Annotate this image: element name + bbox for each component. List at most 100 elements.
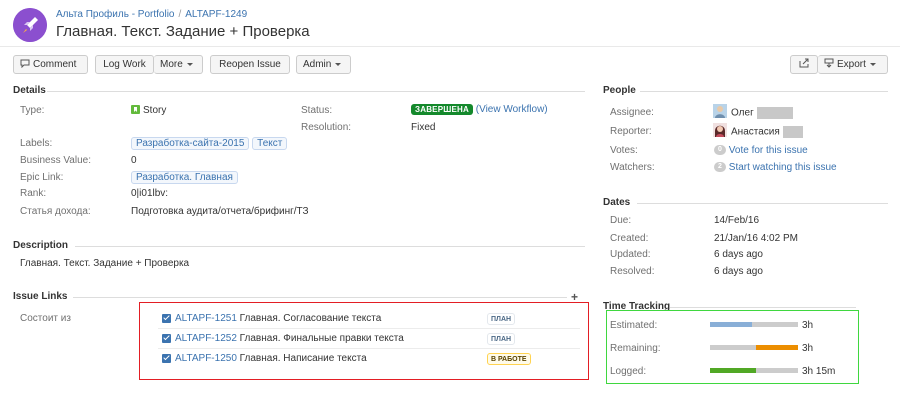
epic-link-label: Epic Link: bbox=[20, 172, 64, 183]
logged-value: 3h 15m bbox=[802, 366, 836, 377]
watchers-label: Watchers: bbox=[610, 162, 655, 173]
time-tracking-divider bbox=[670, 307, 856, 308]
admin-label: Admin bbox=[303, 59, 332, 70]
link-item: ALTAPF-1250 Главная. Написание текста bbox=[175, 353, 367, 364]
story-icon bbox=[131, 105, 140, 114]
status-value: ЗАВЕРШЕНА (View Workflow) bbox=[411, 104, 548, 115]
reporter-value[interactable]: Анастасия bbox=[731, 126, 803, 138]
reporter-label: Reporter: bbox=[610, 126, 652, 137]
link-relation-label: Состоит из bbox=[20, 313, 71, 324]
checkbox-icon bbox=[162, 314, 171, 323]
due-label: Due: bbox=[610, 215, 632, 226]
income-label: Статья дохода: bbox=[20, 206, 91, 217]
reporter-avatar bbox=[713, 123, 727, 137]
estimated-label: Estimated: bbox=[610, 320, 658, 331]
reopen-label: Reopen Issue bbox=[219, 59, 281, 70]
chevron-down-icon bbox=[869, 62, 876, 66]
description-divider bbox=[75, 246, 585, 247]
share-button[interactable] bbox=[790, 55, 818, 74]
created-label: Created: bbox=[610, 233, 649, 244]
reopen-issue-button[interactable]: Reopen Issue bbox=[210, 55, 290, 74]
epic-link-tag[interactable]: Разработка. Главная bbox=[131, 171, 238, 184]
issue-summary[interactable]: Главная. Текст. Задание + Проверка bbox=[56, 23, 310, 40]
export-icon bbox=[824, 58, 834, 68]
created-value: 21/Jan/16 4:02 PM bbox=[714, 233, 798, 244]
issue-links-divider bbox=[73, 297, 567, 298]
labels-value: Разработка-сайта-2015 Текст bbox=[131, 137, 288, 150]
remaining-value: 3h bbox=[802, 343, 814, 354]
log-work-label: Log Work bbox=[103, 59, 146, 70]
type-label: Type: bbox=[20, 105, 45, 116]
description-header: Description bbox=[13, 240, 69, 251]
watchers-count: 2 bbox=[714, 162, 726, 173]
link-item-key[interactable]: ALTAPF-1252 bbox=[175, 333, 237, 344]
breadcrumb-separator: / bbox=[178, 9, 182, 20]
status-badge: ЗАВЕРШЕНА bbox=[411, 104, 473, 115]
link-item-key[interactable]: ALTAPF-1251 bbox=[175, 313, 237, 324]
logged-bar-fill bbox=[710, 368, 756, 373]
view-workflow-link[interactable]: (View Workflow) bbox=[476, 104, 548, 115]
business-value-label: Business Value: bbox=[20, 155, 91, 166]
resolved-label: Resolved: bbox=[610, 266, 655, 277]
label-tag[interactable]: Текст bbox=[252, 137, 288, 150]
chevron-down-icon bbox=[186, 62, 193, 66]
link-row-divider bbox=[158, 348, 580, 349]
label-tag[interactable]: Разработка-сайта-2015 bbox=[131, 137, 250, 150]
breadcrumb: Альта Профиль - Portfolio / ALTAPF-1249 bbox=[56, 9, 247, 20]
status-label: Status: bbox=[301, 105, 333, 116]
more-label: More bbox=[160, 59, 183, 70]
comment-button-label: Comment bbox=[33, 59, 77, 70]
remaining-label: Remaining: bbox=[610, 343, 661, 354]
share-icon bbox=[799, 58, 808, 68]
link-item-status: ПЛАН bbox=[487, 333, 516, 345]
link-item-status: В РАБОТЕ bbox=[487, 353, 531, 365]
admin-button[interactable]: Admin bbox=[296, 55, 351, 74]
link-item: ALTAPF-1251 Главная. Согласование текста bbox=[175, 313, 381, 324]
estimated-value: 3h bbox=[802, 320, 814, 331]
vote-link[interactable]: Vote for this issue bbox=[729, 145, 808, 156]
estimated-bar-fill bbox=[710, 322, 753, 327]
link-item-summary: Главная. Финальные правки текста bbox=[239, 333, 404, 344]
watch-link[interactable]: Start watching this issue bbox=[729, 162, 837, 173]
checkbox-icon bbox=[162, 334, 171, 343]
due-value: 14/Feb/16 bbox=[714, 215, 760, 226]
log-work-button[interactable]: Log Work bbox=[95, 55, 154, 74]
issue-links-header: Issue Links bbox=[13, 291, 68, 302]
assignee-avatar bbox=[713, 104, 727, 118]
updated-label: Updated: bbox=[610, 249, 651, 260]
link-item-status: ПЛАН bbox=[487, 313, 516, 325]
votes-value: 0 Vote for this issue bbox=[714, 145, 808, 156]
breadcrumb-project[interactable]: Альта Профиль - Portfolio bbox=[56, 9, 174, 20]
link-item-summary: Главная. Написание текста bbox=[239, 353, 367, 364]
assignee-name[interactable]: Олег bbox=[731, 108, 754, 119]
more-button[interactable]: More bbox=[154, 55, 203, 74]
estimated-bar bbox=[710, 322, 798, 327]
export-button[interactable]: Export bbox=[818, 55, 888, 74]
votes-label: Votes: bbox=[610, 145, 638, 156]
assignee-value[interactable]: Олег bbox=[731, 107, 793, 119]
remaining-bar-fill bbox=[755, 345, 798, 350]
resolution-label: Resolution: bbox=[301, 122, 352, 133]
link-item: ALTAPF-1252 Главная. Финальные правки те… bbox=[175, 333, 404, 344]
redacted-surname bbox=[756, 107, 793, 119]
people-header: People bbox=[603, 85, 636, 96]
comment-icon bbox=[20, 59, 30, 69]
details-header: Details bbox=[13, 85, 46, 96]
income-value: Подготовка аудита/отчета/брифинг/ТЗ bbox=[131, 206, 309, 217]
comment-button[interactable]: Comment bbox=[13, 55, 88, 74]
epic-link-value: Разработка. Главная bbox=[131, 171, 238, 184]
reporter-name[interactable]: Анастасия bbox=[731, 127, 780, 138]
assignee-label: Assignee: bbox=[610, 107, 654, 118]
link-item-key[interactable]: ALTAPF-1250 bbox=[175, 353, 237, 364]
project-avatar[interactable] bbox=[13, 8, 47, 42]
resolved-value: 6 days ago bbox=[714, 266, 763, 277]
dates-divider bbox=[637, 203, 888, 204]
redacted-surname bbox=[782, 126, 803, 138]
details-divider bbox=[47, 91, 585, 92]
people-divider bbox=[640, 91, 888, 92]
updated-value: 6 days ago bbox=[714, 249, 763, 260]
type-text: Story bbox=[143, 105, 167, 116]
export-label: Export bbox=[837, 59, 866, 70]
breadcrumb-issue-key[interactable]: ALTAPF-1249 bbox=[185, 9, 247, 20]
business-value: 0 bbox=[131, 155, 137, 166]
